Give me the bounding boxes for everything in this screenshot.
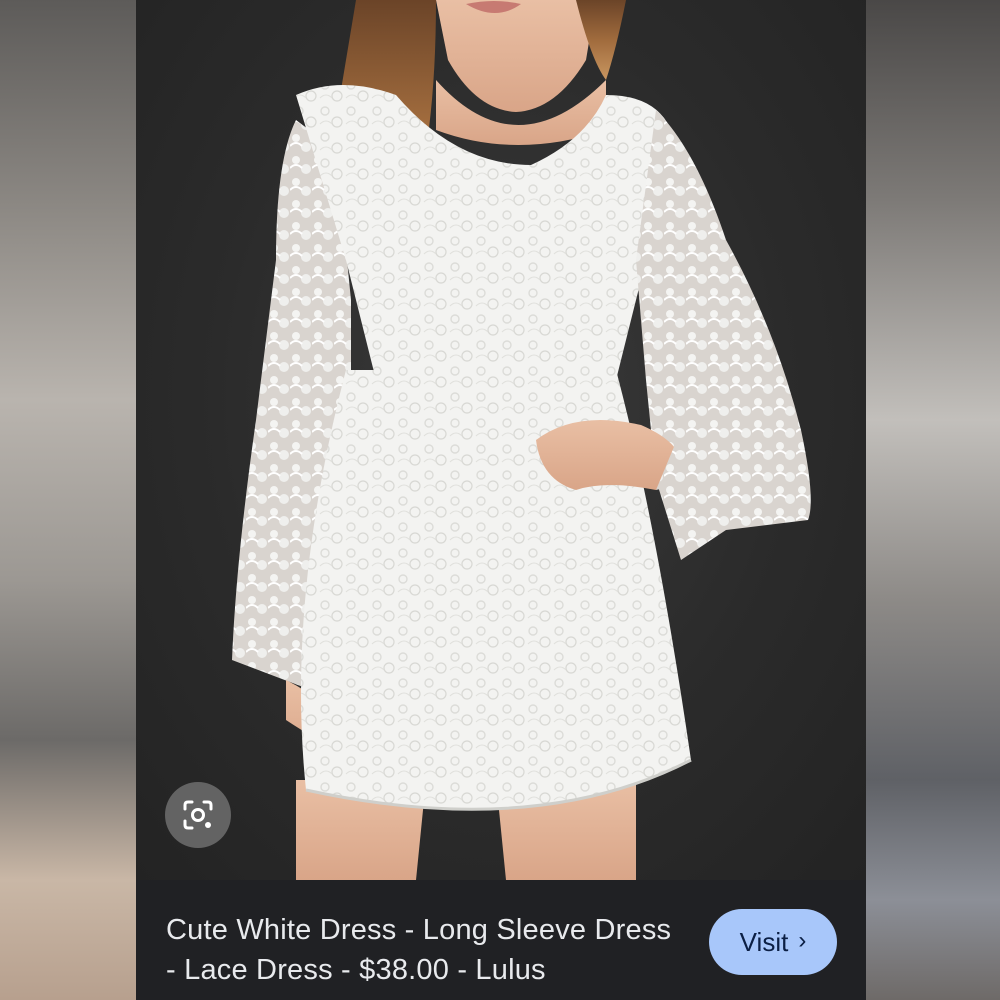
result-caption-bar: Cute White Dress - Long Sleeve Dress - L… [136, 880, 866, 1000]
product-image[interactable] [136, 0, 866, 880]
lens-icon [183, 800, 213, 830]
visit-button-label: Visit [739, 926, 789, 957]
result-title[interactable]: Cute White Dress - Long Sleeve Dress - L… [166, 910, 686, 990]
blurred-background-right [866, 0, 1000, 1000]
lens-button[interactable] [165, 782, 231, 848]
visit-button[interactable]: Visit › [709, 909, 837, 975]
chevron-right-icon: › [798, 927, 807, 954]
dress-photo-illustration [232, 0, 811, 880]
screen: Cute White Dress - Long Sleeve Dress - L… [0, 0, 1000, 1000]
blurred-background-left [0, 0, 136, 1000]
